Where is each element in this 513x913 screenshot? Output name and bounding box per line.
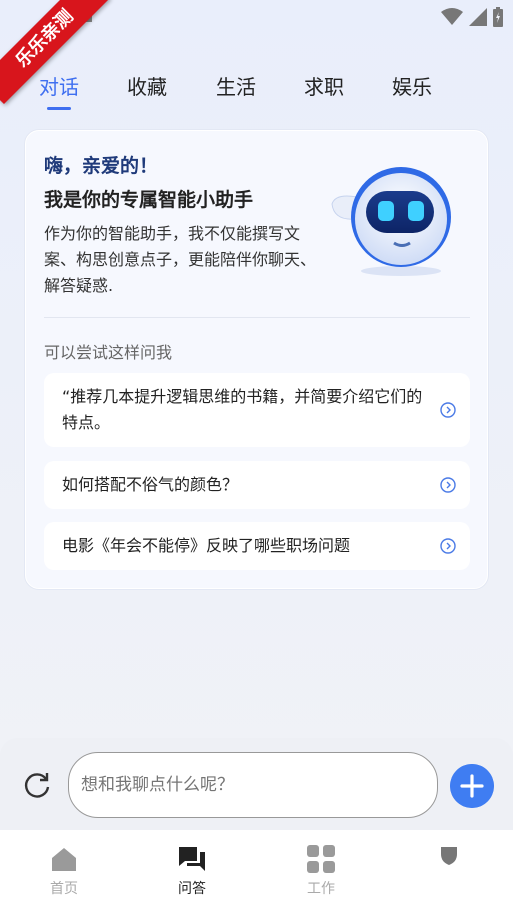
nav-home[interactable]: 首页 (24, 844, 104, 898)
nav-label: 问答 (178, 881, 206, 897)
shield-icon (441, 847, 457, 865)
chat-icon (179, 847, 205, 871)
chevron-right-icon (440, 477, 456, 493)
nav-label: 工作 (307, 881, 335, 897)
status-icons (441, 7, 503, 27)
suggestion-item-1[interactable]: “推荐几本提升逻辑思维的书籍，并简要介绍它们的特点。 (44, 373, 470, 447)
nav-profile[interactable] (409, 844, 489, 870)
tab-dialog[interactable]: 对话 (29, 68, 89, 108)
nav-qa[interactable]: 问答 (152, 844, 232, 898)
add-button[interactable] (450, 764, 494, 808)
active-tab-indicator (47, 107, 71, 110)
wifi-icon (441, 8, 463, 25)
assistant-subtitle: 我是你的专属智能小助手 (44, 189, 254, 211)
grid-icon (307, 845, 335, 873)
category-tabs: 对话 收藏 生活 求职 娱乐 (0, 68, 513, 112)
chevron-right-icon (440, 402, 456, 418)
suggestion-item-2[interactable]: 如何搭配不俗气的颜色？ (44, 461, 470, 509)
suggestion-item-3[interactable]: 电影《年会不能停》反映了哪些职场问题 (44, 522, 470, 570)
robot-mascot-icon (331, 167, 451, 276)
battery-icon (493, 7, 503, 27)
assistant-intro-card: 嗨，亲爱的！ 我是你的专属智能小助手 作为你的智能助手，我不仅能撰写文案、构思创… (25, 130, 488, 589)
bottom-nav: 首页 问答 工作 (0, 830, 513, 913)
suggestion-text: 如何搭配不俗气的颜色？ (62, 475, 239, 494)
suggestion-text: 电影《年会不能停》反映了哪些职场问题 (62, 536, 351, 555)
status-bar: 乐乐亲测 (0, 0, 513, 105)
nav-work[interactable]: 工作 (281, 844, 361, 898)
chat-input-bar (0, 738, 513, 830)
card-divider (44, 317, 470, 318)
assistant-intro: 作为你的智能助手，我不仅能撰写文案、构思创意点子，更能陪伴你聊天、解答疑惑. (44, 224, 317, 295)
tab-life[interactable]: 生活 (206, 68, 266, 108)
suggestion-text: “推荐几本提升逻辑思维的书籍，并简要介绍它们的特点。 (62, 387, 423, 432)
nav-label: 首页 (50, 881, 78, 897)
home-icon (52, 848, 76, 871)
refresh-icon[interactable] (22, 770, 52, 800)
tab-entertainment[interactable]: 娱乐 (382, 68, 442, 108)
tab-jobs[interactable]: 求职 (294, 68, 354, 108)
chat-input[interactable] (68, 752, 438, 818)
greeting-text: 嗨，亲爱的！ (44, 155, 159, 177)
suggestions-label: 可以尝试这样问我 (44, 343, 173, 362)
signal-icon (469, 8, 487, 26)
chevron-right-icon (440, 538, 456, 554)
tab-favorites[interactable]: 收藏 (117, 68, 177, 108)
